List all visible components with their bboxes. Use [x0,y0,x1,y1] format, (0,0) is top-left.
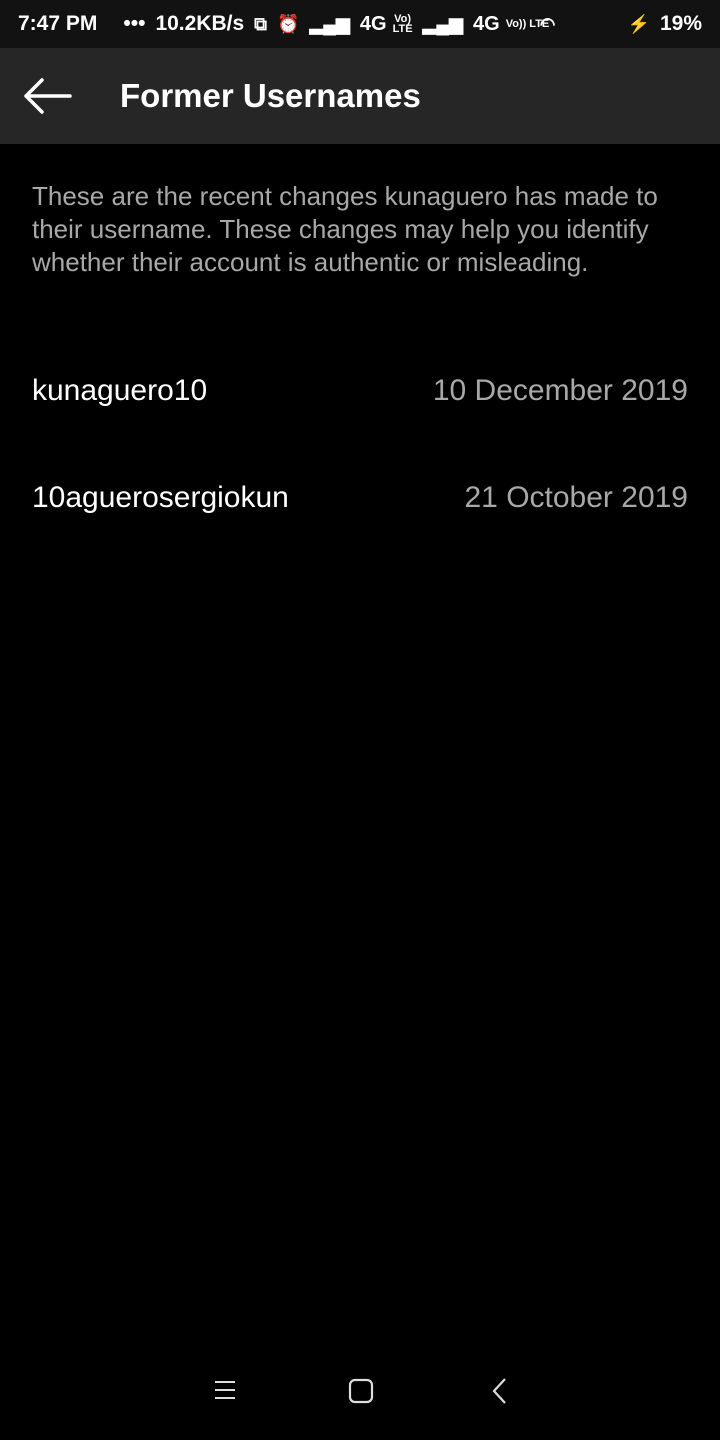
back-icon[interactable] [490,1377,510,1405]
page-title: Former Usernames [120,77,421,114]
username: kunaguero10 [32,374,208,407]
list-item: kunaguero10 10 December 2019 [32,374,688,408]
nav-bar [0,1340,720,1440]
network-type-2: 4G [473,12,500,35]
app-header: Former Usernames [0,48,720,144]
list-item: 10aguerosergiokun 21 October 2019 [32,481,688,515]
signal-icon: ▂▄▆ [309,13,350,34]
arrow-left-icon[interactable] [22,76,72,116]
status-dots: ••• [123,12,146,35]
volte-icon-2: Vo)) LTE [505,18,550,30]
username: 10aguerosergiokun [32,481,289,514]
status-bar: 7:47 PM ••• 10.2KB/s ⧉ ⏰ ▂▄▆ 4G Vo) LTE ▂… [0,0,720,48]
wifi-icon: ◠ [539,13,556,34]
change-date: 10 December 2019 [432,374,688,407]
alarm-icon: ⏰ [277,13,300,34]
network-type-1: 4G [359,12,387,35]
network-speed: 10.2KB/s [155,12,245,35]
volte-icon: Vo) LTE [392,13,413,35]
signal-icon-2: ▂▄▆ [422,13,463,34]
description: These are the recent changes kunaguero h… [32,181,658,277]
screen-rotate-icon: ⧉ [254,13,268,34]
change-date: 21 October 2019 [464,481,689,514]
home-icon[interactable] [348,1378,374,1404]
battery-percent: 19% [659,12,702,35]
battery-icon: ⚡ [627,13,650,34]
menu-icon[interactable] [213,1378,237,1402]
status-time: 7:47 PM [18,12,98,35]
